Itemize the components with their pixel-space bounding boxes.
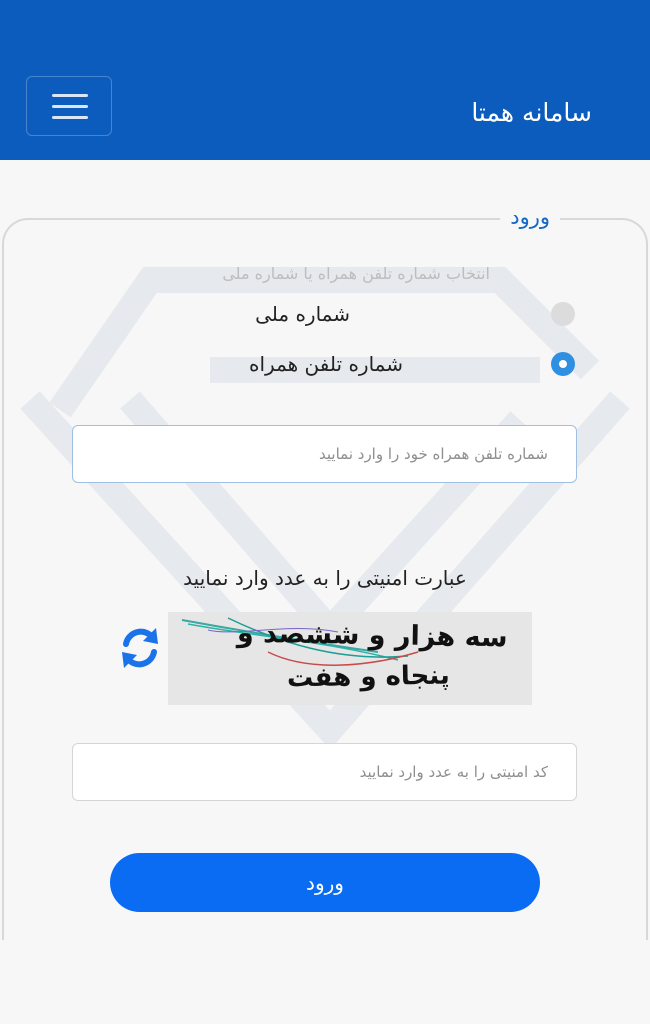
captcha-text-line-1: سه هزار و ششصد و [237,617,509,654]
radio-national-id[interactable]: شماره ملی [0,298,650,332]
captcha-image: سه هزار و ششصد و پنجاه و هفت [168,612,532,705]
login-submit-button[interactable]: ورود [110,853,540,912]
radio-mobile-number[interactable]: شماره تلفن همراه [0,348,650,382]
hamburger-icon [52,105,88,108]
radio-label-national-id: شماره ملی [255,302,350,326]
hamburger-icon [52,116,88,119]
mobile-number-input[interactable] [72,425,577,483]
login-card-legend: ورود [500,200,560,234]
captcha-text-line-2: پنجاه و هفت [286,660,451,694]
brand-title[interactable]: سامانه همتا [471,96,592,130]
captcha-code-input[interactable] [72,743,577,801]
radio-button-mobile-number[interactable] [551,352,575,376]
page-footer-area [0,940,650,1024]
radio-label-mobile-number: شماره تلفن همراه [249,352,403,376]
login-method-hint: انتخاب شماره تلفن همراه یا شماره ملی [222,264,490,283]
hamburger-icon [52,94,88,97]
menu-toggle-button[interactable] [26,76,112,136]
captcha-title: عبارت امنیتی را به عدد وارد نمایید [183,566,467,590]
radio-button-national-id[interactable] [551,302,575,326]
top-navbar: سامانه همتا [0,0,650,160]
refresh-icon[interactable] [116,624,164,672]
